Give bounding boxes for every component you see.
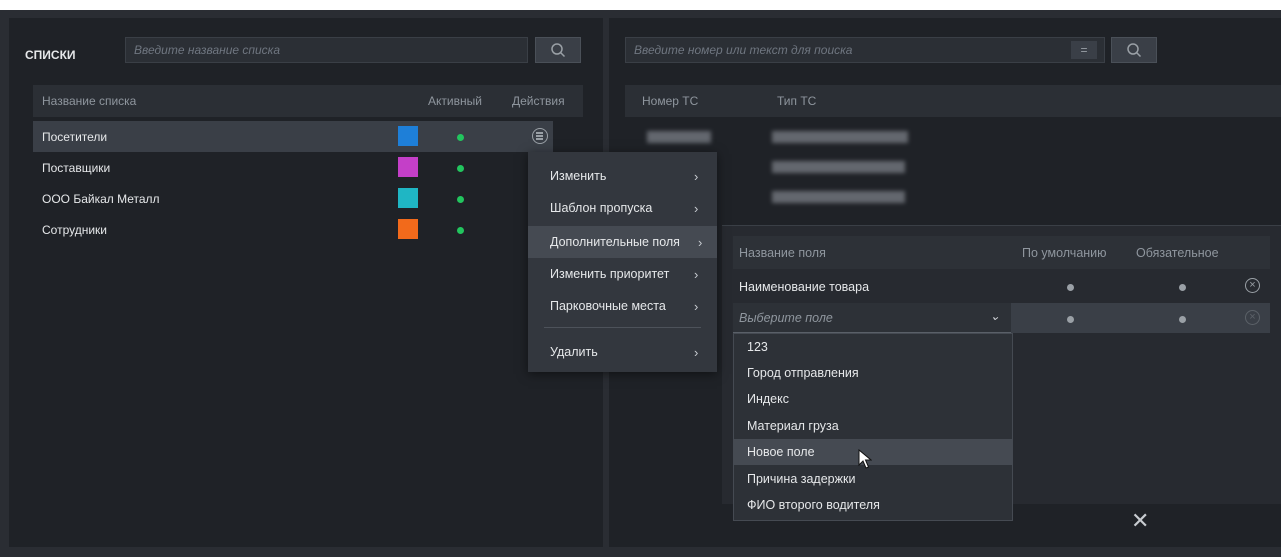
menu-item-delete[interactable]: Удалить › xyxy=(528,336,717,368)
column-vehicle-type: Тип ТС xyxy=(777,94,817,108)
filter-toggle-button[interactable]: = xyxy=(1071,41,1097,59)
chevron-right-icon: › xyxy=(694,345,699,360)
default-toggle[interactable] xyxy=(1067,316,1074,323)
column-default: По умолчанию xyxy=(1022,246,1107,260)
fields-table-header: Название поля По умолчанию Обязательное xyxy=(733,236,1270,269)
list-row-baikal[interactable]: ООО Байкал Металл xyxy=(33,183,553,214)
chevron-right-icon: › xyxy=(694,169,699,184)
option-item[interactable]: ФИО второго водителя xyxy=(734,492,1012,518)
list-row-visitors[interactable]: Посетители xyxy=(33,121,553,152)
active-indicator xyxy=(457,196,464,203)
color-swatch xyxy=(398,219,418,239)
option-item[interactable]: 123 xyxy=(734,334,1012,360)
close-icon[interactable]: ✕ xyxy=(1131,508,1149,534)
new-field-row: × xyxy=(1011,303,1270,333)
field-options-dropdown: 123 Город отправления Индекс Материал гр… xyxy=(733,333,1013,521)
default-toggle[interactable] xyxy=(1067,284,1074,291)
column-required: Обязательное xyxy=(1136,246,1219,260)
field-select[interactable]: Выберите поле ⌄ xyxy=(733,303,1011,333)
menu-item-parking[interactable]: Парковочные места › xyxy=(528,290,717,322)
actions-menu-icon[interactable] xyxy=(532,128,548,144)
blurred-vehicle-number xyxy=(647,131,711,143)
color-swatch xyxy=(398,157,418,177)
required-toggle[interactable] xyxy=(1179,284,1186,291)
chevron-right-icon: › xyxy=(698,235,703,250)
row-context-menu: Изменить › Шаблон пропуска › Дополнитель… xyxy=(528,152,717,372)
menu-item-additional-fields[interactable]: Дополнительные поля › xyxy=(528,226,717,258)
remove-field-icon[interactable]: × xyxy=(1245,278,1260,293)
chevron-right-icon: › xyxy=(694,201,699,216)
column-active: Активный xyxy=(428,94,482,108)
option-item[interactable]: Новое поле xyxy=(734,439,1012,465)
vehicles-table-header: Номер ТС Тип ТС xyxy=(625,85,1281,117)
required-toggle[interactable] xyxy=(1179,316,1186,323)
vehicle-search-button[interactable] xyxy=(1111,37,1157,63)
active-indicator xyxy=(457,227,464,234)
option-item[interactable]: Город отправления xyxy=(734,360,1012,386)
color-swatch xyxy=(398,188,418,208)
column-vehicle-number: Номер ТС xyxy=(642,94,699,108)
list-search-input[interactable]: Введите название списка xyxy=(125,37,528,63)
mouse-cursor-icon xyxy=(858,449,872,469)
menu-item-change-priority[interactable]: Изменить приоритет › xyxy=(528,258,717,290)
chevron-right-icon: › xyxy=(694,299,699,314)
column-actions: Действия xyxy=(512,94,565,108)
remove-field-icon[interactable]: × xyxy=(1245,310,1260,325)
lists-table-header: Название списка Активный Действия xyxy=(33,85,583,117)
chevron-right-icon: › xyxy=(694,267,699,282)
list-row-name: ООО Байкал Металл xyxy=(42,192,160,206)
list-search-button[interactable] xyxy=(535,37,581,63)
active-indicator xyxy=(457,134,464,141)
list-row-name: Поставщики xyxy=(42,161,111,175)
blurred-vehicle-type xyxy=(772,161,905,173)
column-field-name: Название поля xyxy=(739,246,826,260)
field-row[interactable]: Наименование товара × xyxy=(733,271,1270,302)
list-row-name: Сотрудники xyxy=(42,223,107,237)
menu-item-pass-template[interactable]: Шаблон пропуска › xyxy=(528,192,717,224)
select-placeholder: Выберите поле xyxy=(739,311,833,325)
list-row-employees[interactable]: Сотрудники xyxy=(33,214,553,245)
list-row-suppliers[interactable]: Поставщики xyxy=(33,152,553,183)
menu-item-edit[interactable]: Изменить › xyxy=(528,160,717,192)
menu-divider xyxy=(544,327,701,328)
option-item[interactable]: Материал груза xyxy=(734,413,1012,439)
option-item[interactable]: Индекс xyxy=(734,386,1012,412)
blurred-vehicle-type xyxy=(772,131,908,143)
field-name: Наименование товара xyxy=(739,280,870,294)
search-icon xyxy=(1127,43,1142,58)
search-icon xyxy=(551,43,566,58)
blurred-vehicle-type xyxy=(772,191,905,203)
chevron-down-icon: ⌄ xyxy=(990,309,1001,323)
list-row-name: Посетители xyxy=(42,130,108,144)
lists-title: СПИСКИ xyxy=(25,48,76,62)
active-indicator xyxy=(457,165,464,172)
color-swatch xyxy=(398,126,418,146)
column-list-name: Название списка xyxy=(42,94,137,108)
option-item[interactable]: Причина задержки xyxy=(734,466,1012,492)
vehicle-search-input[interactable]: Введите номер или текст для поиска xyxy=(625,37,1105,63)
